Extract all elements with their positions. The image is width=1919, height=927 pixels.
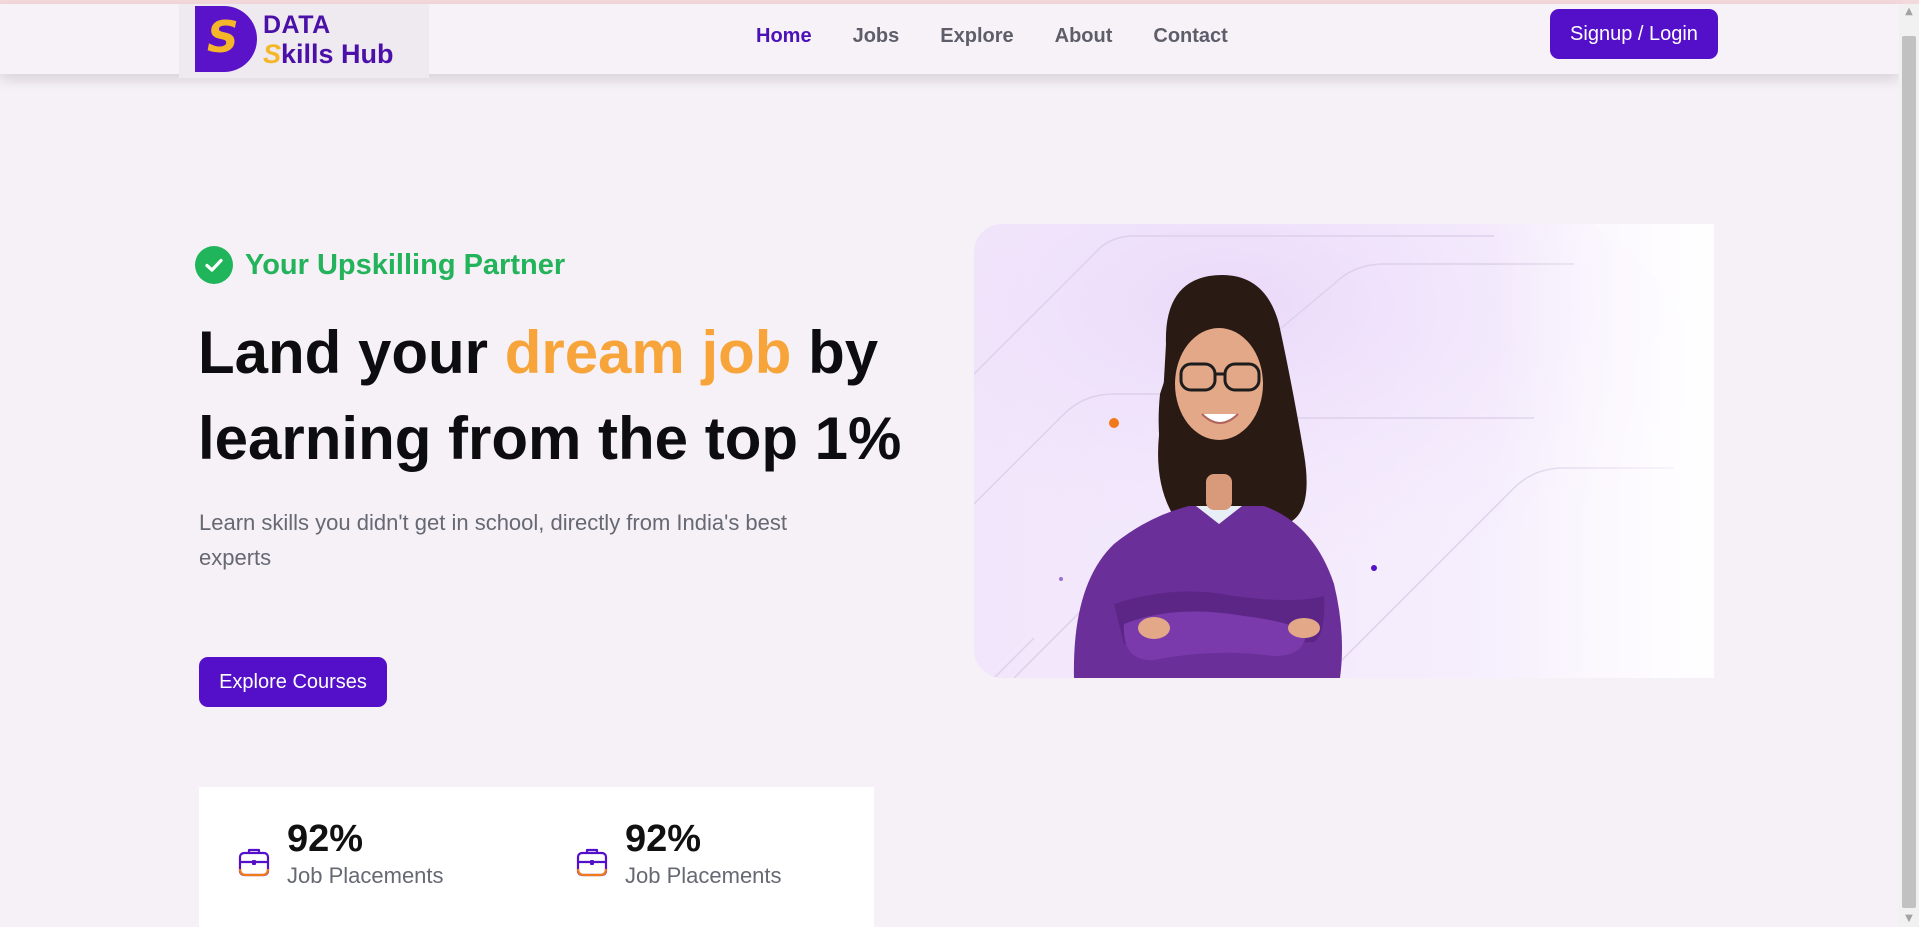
stat-value: 92% — [287, 818, 364, 860]
nav-explore[interactable]: Explore — [940, 22, 1013, 50]
stat-value: 92% — [625, 818, 702, 860]
headline-part1: Land your — [198, 319, 505, 386]
main-nav: Home Jobs Explore About Contact — [756, 22, 1269, 50]
logo-text-rest: kills Hub — [281, 39, 394, 69]
brand-logo[interactable]: S DATA Skills Hub — [179, 4, 429, 78]
stat-item: 92% Job Placements — [575, 817, 782, 891]
logo-mark-letter: S — [207, 12, 239, 63]
stats-panel: 92% Job Placements 92% Job Placements — [199, 787, 874, 927]
tagline-text: Your Upskilling Partner — [245, 249, 566, 281]
explore-courses-button[interactable]: Explore Courses — [199, 657, 387, 707]
briefcase-icon — [237, 845, 271, 884]
hero-illustration — [974, 224, 1714, 678]
scrollbar-thumb[interactable] — [1902, 36, 1916, 908]
hero-image — [974, 224, 1714, 678]
headline-highlight: dream job — [504, 319, 792, 386]
check-circle-icon — [195, 246, 233, 284]
signup-login-button[interactable]: Signup / Login — [1550, 9, 1718, 59]
hero-headline: Land your dream job by learning from the… — [198, 310, 918, 482]
nav-about[interactable]: About — [1055, 22, 1113, 50]
stat-text: 92% Job Placements — [625, 817, 782, 891]
tagline: Your Upskilling Partner — [195, 246, 565, 284]
nav-home[interactable]: Home — [756, 22, 812, 50]
briefcase-icon — [575, 845, 609, 884]
scroll-up-arrow-icon[interactable]: ▲ — [1899, 4, 1919, 20]
nav-contact[interactable]: Contact — [1153, 22, 1227, 50]
vertical-scrollbar[interactable]: ▲ ▼ — [1899, 4, 1919, 927]
hero-subtext: Learn skills you didn't get in school, d… — [199, 510, 788, 570]
site-header: S DATA Skills Hub Home Jobs Explore Abou… — [0, 4, 1899, 78]
stat-label: Job Placements — [287, 863, 444, 888]
nav-jobs[interactable]: Jobs — [853, 22, 900, 50]
logo-text-line2: Skills Hub — [263, 40, 394, 68]
stat-label: Job Placements — [625, 863, 782, 888]
logo-text-line1: DATA — [263, 11, 331, 39]
scroll-down-arrow-icon[interactable]: ▼ — [1899, 911, 1919, 927]
stat-text: 92% Job Placements — [287, 817, 444, 891]
logo-text-first-letter: S — [263, 39, 282, 69]
stat-item: 92% Job Placements — [237, 817, 444, 891]
